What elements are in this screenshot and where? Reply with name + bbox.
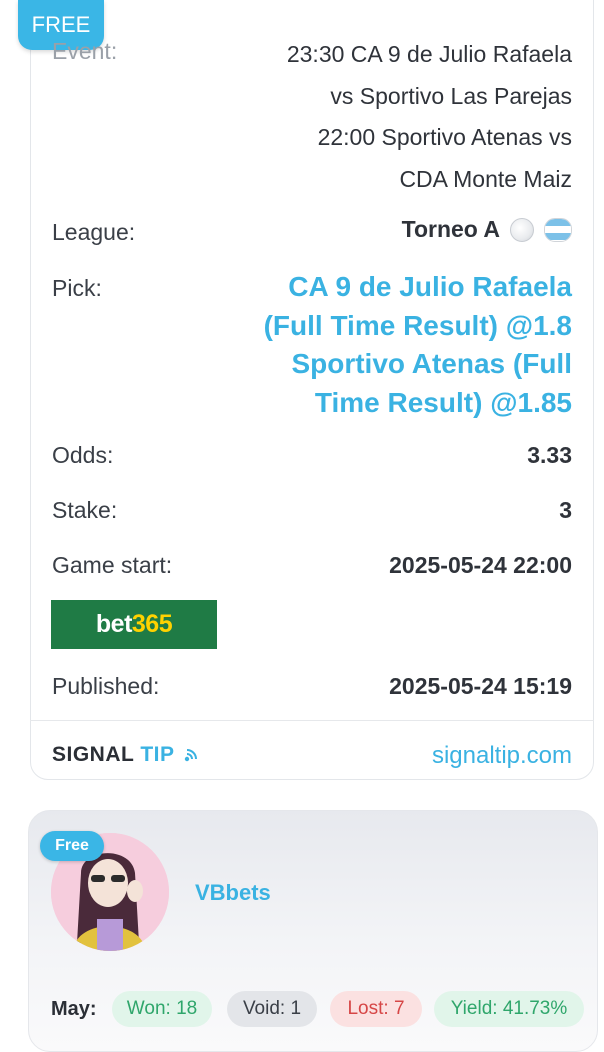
- published-value: 2025-05-24 15:19: [389, 673, 572, 699]
- signal-icon: [184, 749, 197, 762]
- event-line: CDA Monte Maiz: [399, 165, 572, 192]
- soccer-ball-icon: [510, 217, 534, 242]
- league-name: Torneo A: [401, 216, 500, 242]
- card-divider: [30, 720, 594, 721]
- won-badge: Won: 18: [112, 991, 212, 1027]
- free-badge: Free: [40, 831, 104, 861]
- yield-badge: Yield: 41.73%: [434, 991, 584, 1027]
- brand-part: SIGNAL: [52, 743, 135, 766]
- published-label: Published:: [52, 673, 160, 699]
- pick-line: Sportivo Atenas (Full: [291, 348, 572, 379]
- tipster-name[interactable]: VBbets: [195, 880, 271, 906]
- brand-part: TIP: [140, 743, 175, 766]
- signaltip-logo: SIGNAL TIP: [52, 743, 201, 767]
- league-label: League:: [52, 219, 136, 245]
- event-line: 22:00 Sportivo Atenas vs: [317, 124, 572, 150]
- odds-label: Odds:: [52, 442, 114, 468]
- stake-value: 3: [559, 497, 572, 523]
- league-value: Torneo A: [402, 216, 572, 243]
- pick-line: Time Result) @1.85: [314, 386, 572, 418]
- event-line: 23:30 CA 9 de Julio Rafaela: [286, 41, 572, 67]
- pick-label: Pick:: [52, 275, 102, 301]
- odds-value: 3.33: [527, 442, 572, 468]
- event-value: 23:30 CA 9 de Julio Rafaela vs Sportivo …: [287, 34, 572, 200]
- pick-value: CA 9 de Julio Rafaela (Full Time Result)…: [264, 268, 572, 422]
- pick-line: (Full Time Result) @1.8: [263, 309, 572, 341]
- bet365-button[interactable]: bet 365: [51, 600, 217, 649]
- bet365-logo-part: bet: [95, 610, 133, 638]
- event-line: vs Sportivo Las Parejas: [330, 82, 572, 109]
- pick-line: CA 9 de Julio Rafaela: [288, 271, 572, 302]
- stats-month-label: May:: [51, 998, 97, 1020]
- site-link[interactable]: signaltip.com: [432, 742, 572, 770]
- game-start-value: 2025-05-24 22:00: [389, 552, 572, 578]
- stake-label: Stake:: [52, 497, 118, 523]
- void-badge: Void: 1: [227, 991, 317, 1027]
- argentina-flag-icon: [544, 217, 572, 242]
- event-label: Event:: [52, 38, 118, 64]
- bet365-logo-part: 365: [131, 610, 173, 638]
- game-start-label: Game start:: [52, 552, 173, 578]
- lost-badge: Lost: 7: [330, 991, 422, 1027]
